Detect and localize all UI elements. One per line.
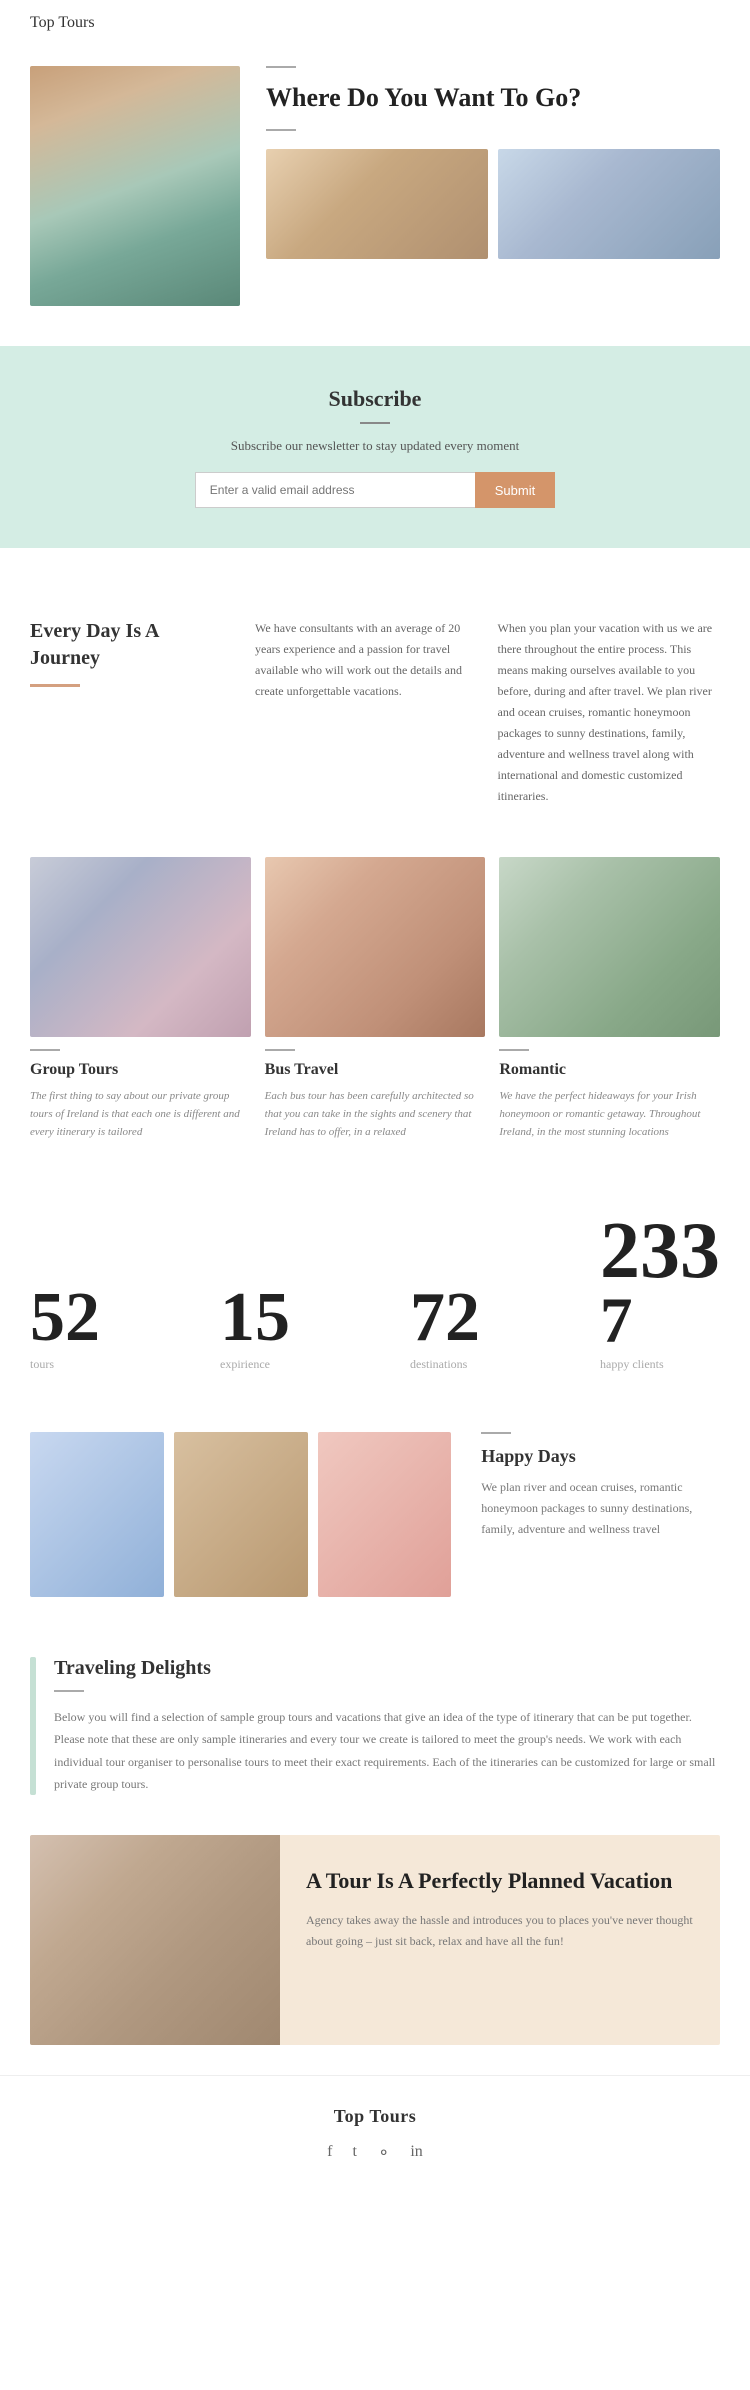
vacation-content: A Tour Is A Perfectly Planned Vacation A…	[280, 1835, 720, 2045]
stat-experience: 15 expirience	[220, 1283, 290, 1372]
subscribe-submit-button[interactable]: Submit	[475, 472, 555, 508]
happy-section: Happy Days We plan river and ocean cruis…	[0, 1412, 750, 1627]
subscribe-form: Submit	[30, 472, 720, 508]
delights-title: Traveling Delights	[54, 1657, 720, 1680]
hero-sub-image-2	[498, 149, 720, 259]
tour-desc-0: The first thing to say about our private…	[30, 1087, 251, 1141]
footer: Top Tours f t ⚬ in	[0, 2075, 750, 2187]
delights-divider	[54, 1690, 84, 1692]
tour-image-group	[30, 857, 251, 1037]
subscribe-divider	[360, 422, 390, 424]
delights-text: Below you will find a selection of sampl…	[54, 1706, 720, 1795]
hero-section: Where Do You Want To Go?	[0, 46, 750, 316]
stat-tours: 52 tours	[30, 1283, 100, 1372]
stats-section: 52 tours 15 expirience 72 destinations 2…	[0, 1161, 750, 1412]
vacation-text: Agency takes away the hassle and introdu…	[306, 1910, 694, 1952]
tours-section: Group Tours The first thing to say about…	[0, 847, 750, 1161]
stat-label-exp: expirience	[220, 1357, 290, 1372]
tour-desc-2: We have the perfect hideaways for your I…	[499, 1087, 720, 1141]
tour-card-group: Group Tours The first thing to say about…	[30, 857, 251, 1141]
stat-number-clients: 233	[600, 1211, 720, 1291]
stat-destinations: 72 destinations	[410, 1283, 480, 1372]
hero-sub-image-1	[266, 149, 488, 259]
journey-col-2: When you plan your vacation with us we a…	[498, 618, 721, 807]
vacation-image	[30, 1835, 280, 2045]
stat-label-clients: happy clients	[600, 1357, 720, 1372]
tour-image-bus	[265, 857, 486, 1037]
journey-section: Every Day Is A Journey We have consultan…	[0, 578, 750, 847]
happy-image-1	[30, 1432, 164, 1597]
vacation-section: A Tour Is A Perfectly Planned Vacation A…	[30, 1835, 720, 2045]
nav-logo: Top Tours	[30, 14, 95, 32]
subscribe-section: Subscribe Subscribe our newsletter to st…	[0, 346, 750, 548]
stat-label-tours: tours	[30, 1357, 100, 1372]
delights-accent-bar	[30, 1657, 36, 1795]
twitter-icon[interactable]: t	[353, 2143, 357, 2163]
subscribe-title: Subscribe	[30, 386, 720, 412]
delights-section: Traveling Delights Below you will find a…	[0, 1627, 750, 1825]
vacation-title: A Tour Is A Perfectly Planned Vacation	[306, 1867, 694, 1896]
journey-accent	[30, 684, 80, 687]
journey-title: Every Day Is A Journey	[30, 618, 225, 672]
tour-card-romantic: Romantic We have the perfect hideaways f…	[499, 857, 720, 1141]
navbar: Top Tours	[0, 0, 750, 46]
stat-clients: 233 7 happy clients	[600, 1211, 720, 1372]
tour-name-2: Romantic	[499, 1061, 720, 1079]
instagram-icon[interactable]: ⚬	[377, 2143, 390, 2163]
tour-desc-1: Each bus tour has been carefully archite…	[265, 1087, 486, 1141]
facebook-icon[interactable]: f	[327, 2143, 332, 2163]
journey-col-1: We have consultants with an average of 2…	[255, 618, 478, 807]
subscribe-text: Subscribe our newsletter to stay updated…	[30, 438, 720, 454]
stat-number-tours: 52	[30, 1283, 100, 1353]
happy-divider	[481, 1432, 511, 1434]
happy-text: We plan river and ocean cruises, romanti…	[481, 1477, 720, 1540]
tour-image-romantic	[499, 857, 720, 1037]
hero-divider-top	[266, 66, 296, 68]
stat-label-dest: destinations	[410, 1357, 480, 1372]
subscribe-email-input[interactable]	[195, 472, 475, 508]
happy-image-2	[174, 1432, 308, 1597]
happy-title: Happy Days	[481, 1446, 720, 1467]
hero-divider-bottom	[266, 129, 296, 131]
tour-card-bus: Bus Travel Each bus tour has been carefu…	[265, 857, 486, 1141]
footer-social-icons: f t ⚬ in	[20, 2143, 730, 2163]
footer-logo: Top Tours	[20, 2106, 730, 2127]
stat-number-dest: 72	[410, 1283, 480, 1353]
stat-sub-clients: 7	[600, 1291, 720, 1353]
linkedin-icon[interactable]: in	[410, 2143, 422, 2163]
tour-name-0: Group Tours	[30, 1061, 251, 1079]
hero-main-image	[30, 66, 240, 306]
tour-name-1: Bus Travel	[265, 1061, 486, 1079]
stat-number-exp: 15	[220, 1283, 290, 1353]
hero-title: Where Do You Want To Go?	[266, 82, 720, 115]
happy-image-3	[318, 1432, 452, 1597]
